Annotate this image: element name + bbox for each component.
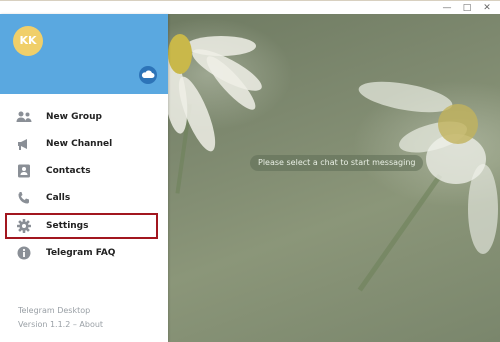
flower-center <box>168 34 192 74</box>
version-about-link[interactable]: Version 1.1.2 – About <box>18 320 103 329</box>
menu-item-label: Contacts <box>46 166 91 176</box>
chat-area: Please select a chat to start messaging <box>168 14 500 342</box>
menu-item-new-channel[interactable]: New Channel <box>0 131 168 158</box>
menu-item-contacts[interactable]: Contacts <box>0 158 168 185</box>
empty-chat-hint: Please select a chat to start messaging <box>250 155 424 171</box>
menu-item-telegram-faq[interactable]: Telegram FAQ <box>0 240 168 267</box>
avatar[interactable]: KK <box>13 26 43 56</box>
close-button[interactable]: ✕ <box>480 2 494 14</box>
app-name: Telegram Desktop <box>18 306 91 315</box>
menu-item-new-group[interactable]: New Group <box>0 104 168 131</box>
side-menu: KK New Group New Channel Contacts Calls … <box>0 14 168 342</box>
cloud-icon <box>141 70 155 78</box>
window-titlebar: — □ ✕ <box>0 0 500 15</box>
menu-item-label: New Channel <box>46 139 113 149</box>
group-icon <box>16 111 32 122</box>
menu-item-label: Telegram FAQ <box>46 248 116 258</box>
flower-stem <box>357 174 443 292</box>
cloud-button[interactable] <box>139 66 157 84</box>
minimize-button[interactable]: — <box>440 2 454 14</box>
phone-icon <box>18 192 29 204</box>
menu-item-calls[interactable]: Calls <box>0 185 168 212</box>
flower-center <box>438 104 478 144</box>
settings-highlight-box <box>5 213 158 239</box>
contact-card-icon <box>18 164 30 178</box>
menu-header: KK <box>0 14 168 94</box>
petal <box>356 75 455 119</box>
menu-item-label: Calls <box>46 193 71 203</box>
megaphone-icon <box>18 139 27 150</box>
info-icon <box>17 246 31 260</box>
maximize-button[interactable]: □ <box>460 2 474 14</box>
petal <box>468 164 498 254</box>
menu-item-label: New Group <box>46 112 102 122</box>
